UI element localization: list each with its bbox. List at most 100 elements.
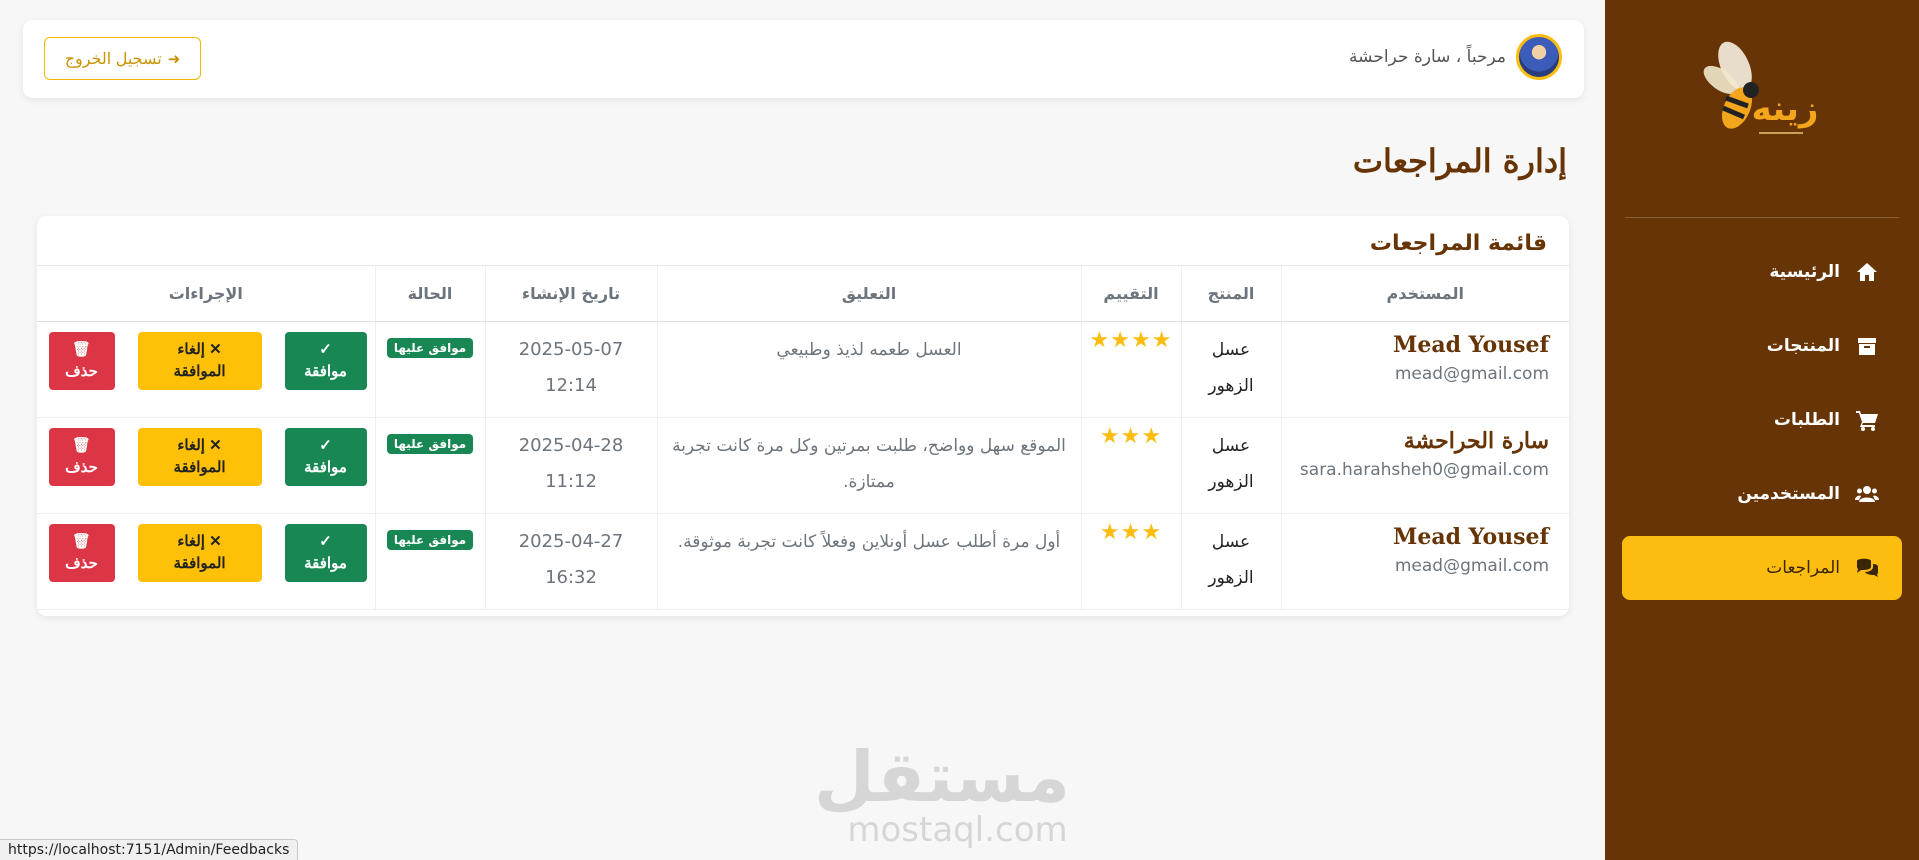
sidebar-item-label: المنتجات xyxy=(1766,336,1840,356)
sign-out-icon: ➜ xyxy=(167,50,181,68)
users-icon xyxy=(1854,481,1880,507)
trash-icon: 🗑 xyxy=(71,436,92,454)
brand-logo[interactable]: زينه xyxy=(1693,38,1829,148)
approve-label: موافقة xyxy=(304,458,347,476)
sidebar: زينه الرئيسية المنتجات الطلبات المستخدمي… xyxy=(1605,0,1919,860)
check-icon: ✓ xyxy=(319,436,332,454)
watermark-arabic: مستقل xyxy=(813,736,1070,818)
greeting-text: مرحباً ، سارة حراحشة xyxy=(1349,47,1506,67)
date-cell: 2025-04-28 11:12 xyxy=(484,417,657,514)
logout-button[interactable]: ➜ تسجيل الخروج xyxy=(44,37,201,80)
review-user-email: sara.harahsheh0@gmail.com xyxy=(1299,459,1549,480)
reviews-card: قائمة المراجعات المستخدم المنتج التقييم … xyxy=(37,216,1569,616)
delete-button[interactable]: 🗑 حذف xyxy=(48,427,115,486)
status-badge: موافق عليها xyxy=(386,337,474,358)
table-row: Mead Yousef mead@gmail.com عسل الزهور ★★… xyxy=(37,321,1569,418)
sidebar-divider xyxy=(1625,217,1899,218)
cancel-label-line1: ✕ إلغاء xyxy=(177,532,222,550)
review-date: 2025-04-27 xyxy=(518,530,624,552)
star-rating-icon: ★★★ xyxy=(1099,519,1163,545)
review-comment: أول مرة أطلب عسل أونلاين وفعلاً كانت تجر… xyxy=(677,531,1061,552)
product-name: الزهور xyxy=(1208,471,1254,492)
review-time: 12:14 xyxy=(545,374,597,396)
product-cell: عسل الزهور xyxy=(1180,321,1281,418)
comment-cell: العسل طعمه لذيذ وطبيعي xyxy=(656,321,1081,418)
product-name: عسل xyxy=(1211,531,1251,552)
approve-button[interactable]: ✓ موافقة xyxy=(284,331,367,390)
sidebar-item-home[interactable]: الرئيسية xyxy=(1622,240,1902,304)
sidebar-item-orders[interactable]: الطلبات xyxy=(1622,388,1902,452)
delete-button[interactable]: 🗑 حذف xyxy=(48,331,115,390)
top-bar: مرحباً ، سارة حراحشة ➜ تسجيل الخروج xyxy=(23,20,1584,98)
product-name: الزهور xyxy=(1208,567,1254,588)
approve-button[interactable]: ✓ موافقة xyxy=(284,523,367,582)
sidebar-item-reviews[interactable]: المراجعات xyxy=(1622,536,1902,600)
column-header-date: تاريخ الإنشاء xyxy=(484,266,657,322)
cancel-label-line1: ✕ إلغاء xyxy=(177,436,222,454)
review-user-name: Mead Yousef xyxy=(1393,523,1549,550)
comments-icon xyxy=(1854,555,1880,581)
date-cell: 2025-04-27 16:32 xyxy=(484,513,657,610)
review-user-name: Mead Yousef xyxy=(1393,331,1549,358)
user-cell: Mead Yousef mead@gmail.com xyxy=(1280,321,1569,418)
delete-label: حذف xyxy=(65,458,98,476)
column-header-status: الحالة xyxy=(374,266,485,322)
review-user-name: سارة الحراحشة xyxy=(1403,427,1549,454)
product-cell: عسل الزهور xyxy=(1180,513,1281,610)
sidebar-item-label: الطلبات xyxy=(1773,410,1840,430)
watermark-latin: mostaql.com xyxy=(847,810,1068,850)
avatar[interactable] xyxy=(1516,34,1562,80)
actions-cell: ✓ موافقة ✕ إلغاء الموافقة 🗑 حذف xyxy=(37,321,375,418)
star-rating-icon: ★★★ xyxy=(1099,423,1163,449)
cancel-label-line1: ✕ إلغاء xyxy=(177,340,222,358)
rating-cell: ★★★ xyxy=(1080,417,1181,514)
reviews-table: المستخدم المنتج التقييم التعليق تاريخ ال… xyxy=(37,266,1569,610)
cancel-approval-button[interactable]: ✕ إلغاء الموافقة xyxy=(137,427,262,486)
status-cell: موافق عليها xyxy=(374,417,485,514)
status-cell: موافق عليها xyxy=(374,321,485,418)
user-cell: سارة الحراحشة sara.harahsheh0@gmail.com xyxy=(1280,417,1569,514)
delete-label: حذف xyxy=(65,554,98,572)
home-icon xyxy=(1854,259,1880,285)
review-date: 2025-05-07 xyxy=(518,338,624,360)
cancel-label-line2: الموافقة xyxy=(173,458,226,476)
sidebar-item-label: المراجعات xyxy=(1766,558,1840,578)
user-info: مرحباً ، سارة حراحشة xyxy=(1349,34,1562,80)
sidebar-item-products[interactable]: المنتجات xyxy=(1622,314,1902,378)
logout-label: تسجيل الخروج xyxy=(64,50,162,68)
table-header-row: المستخدم المنتج التقييم التعليق تاريخ ال… xyxy=(37,266,1569,322)
product-name: عسل xyxy=(1211,435,1251,456)
column-header-comment: التعليق xyxy=(656,266,1081,322)
delete-button[interactable]: 🗑 حذف xyxy=(48,523,115,582)
cancel-approval-button[interactable]: ✕ إلغاء الموافقة xyxy=(137,523,262,582)
column-header-user: المستخدم xyxy=(1280,266,1569,322)
trash-icon: 🗑 xyxy=(71,340,92,358)
svg-text:زينه: زينه xyxy=(1752,89,1819,129)
status-cell: موافق عليها xyxy=(374,513,485,610)
sidebar-item-users[interactable]: المستخدمين xyxy=(1622,462,1902,526)
page-title: إدارة المراجعات xyxy=(1352,142,1567,180)
bee-logo-icon: زينه xyxy=(1703,41,1819,134)
comment-cell: الموقع سهل وواضح، طلبت بمرتين وكل مرة كا… xyxy=(656,417,1081,514)
review-comment: الموقع سهل وواضح، طلبت بمرتين وكل مرة كا… xyxy=(672,435,1066,492)
approve-button[interactable]: ✓ موافقة xyxy=(284,427,367,486)
sidebar-item-label: المستخدمين xyxy=(1737,484,1840,504)
column-header-product: المنتج xyxy=(1180,266,1281,322)
approve-label: موافقة xyxy=(304,362,347,380)
sidebar-item-label: الرئيسية xyxy=(1769,262,1840,282)
column-header-actions: الإجراءات xyxy=(37,266,375,322)
product-cell: عسل الزهور xyxy=(1180,417,1281,514)
review-time: 16:32 xyxy=(545,566,597,588)
trash-icon: 🗑 xyxy=(71,532,92,550)
table-row: سارة الحراحشة sara.harahsheh0@gmail.com … xyxy=(37,417,1569,514)
review-user-email: mead@gmail.com xyxy=(1394,363,1549,384)
column-header-rating: التقييم xyxy=(1080,266,1181,322)
user-cell: Mead Yousef mead@gmail.com xyxy=(1280,513,1569,610)
product-name: عسل xyxy=(1211,339,1251,360)
cancel-approval-button[interactable]: ✕ إلغاء الموافقة xyxy=(137,331,262,390)
cancel-label-line2: الموافقة xyxy=(173,554,226,572)
status-badge: موافق عليها xyxy=(386,433,474,454)
cart-icon xyxy=(1854,407,1880,433)
status-bar-url: https://localhost:7151/Admin/Feedbacks xyxy=(0,839,299,860)
status-badge: موافق عليها xyxy=(386,529,474,550)
